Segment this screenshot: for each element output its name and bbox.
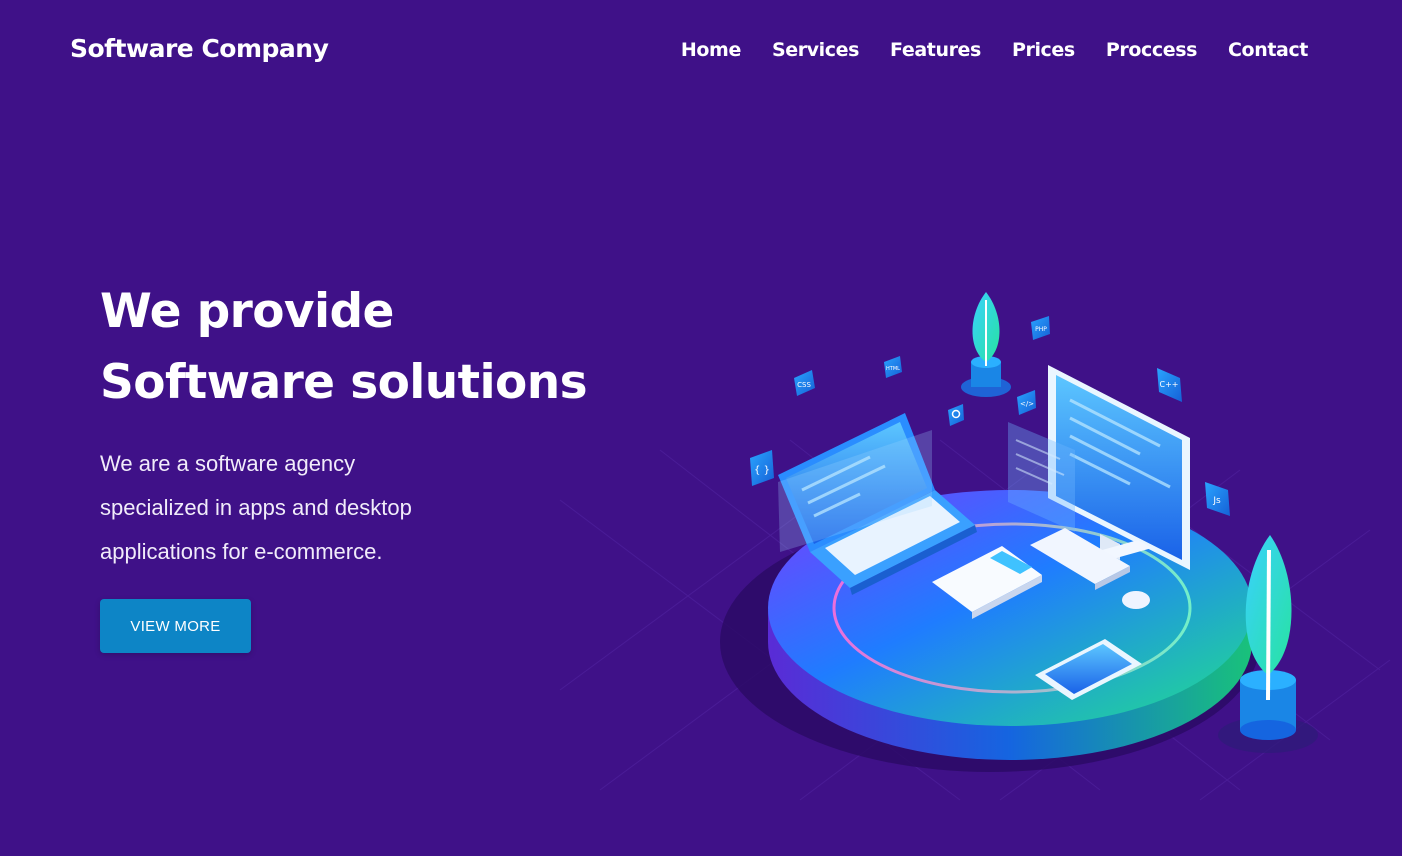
small-plant-graphic bbox=[961, 292, 1011, 397]
search-tag bbox=[948, 404, 964, 426]
hero-description-line-1: We are a software agency bbox=[100, 451, 356, 476]
svg-text:PHP: PHP bbox=[1035, 326, 1047, 333]
nav-contact[interactable]: Contact bbox=[1228, 39, 1308, 61]
html-tag: HTML bbox=[884, 356, 902, 378]
svg-text:Js: Js bbox=[1212, 496, 1221, 506]
svg-text:HTML: HTML bbox=[886, 366, 900, 372]
svg-text:{ }: { } bbox=[754, 465, 770, 476]
cpp-tag: C++ bbox=[1157, 368, 1182, 402]
svg-text:</>: </> bbox=[1020, 400, 1034, 408]
hero-description-line-3: applications for e-commerce. bbox=[100, 539, 383, 564]
hero-illustration: CSS HTML PHP </> C++ { } Js bbox=[559, 292, 1391, 801]
svg-text:C++: C++ bbox=[1160, 380, 1179, 389]
css-tag: CSS bbox=[794, 370, 815, 396]
mouse-graphic bbox=[1122, 591, 1150, 609]
braces-tag: { } bbox=[750, 450, 774, 486]
code-tag: </> bbox=[1017, 390, 1036, 415]
main-nav: Home Services Features Prices Proccess C… bbox=[681, 39, 1309, 61]
js-tag: Js bbox=[1205, 482, 1230, 516]
nav-home[interactable]: Home bbox=[681, 39, 741, 61]
hero-title-line-2: Software solutions bbox=[100, 355, 588, 410]
view-more-button[interactable]: VIEW MORE bbox=[100, 599, 251, 653]
svg-text:CSS: CSS bbox=[797, 381, 811, 389]
nav-features[interactable]: Features bbox=[890, 39, 981, 61]
nav-process[interactable]: Proccess bbox=[1106, 39, 1198, 61]
php-tag: PHP bbox=[1031, 316, 1050, 340]
hero-title: We provide Software solutions bbox=[100, 276, 588, 418]
hero-description-line-2: specialized in apps and desktop bbox=[100, 495, 412, 520]
hero-description: We are a software agency specialized in … bbox=[100, 442, 480, 574]
brand-logo[interactable]: Software Company bbox=[70, 34, 329, 63]
hero-title-line-1: We provide bbox=[100, 284, 394, 339]
nav-services[interactable]: Services bbox=[772, 39, 860, 61]
landing-page: Software Company Home Services Features … bbox=[0, 0, 1402, 856]
nav-prices[interactable]: Prices bbox=[1012, 39, 1075, 61]
